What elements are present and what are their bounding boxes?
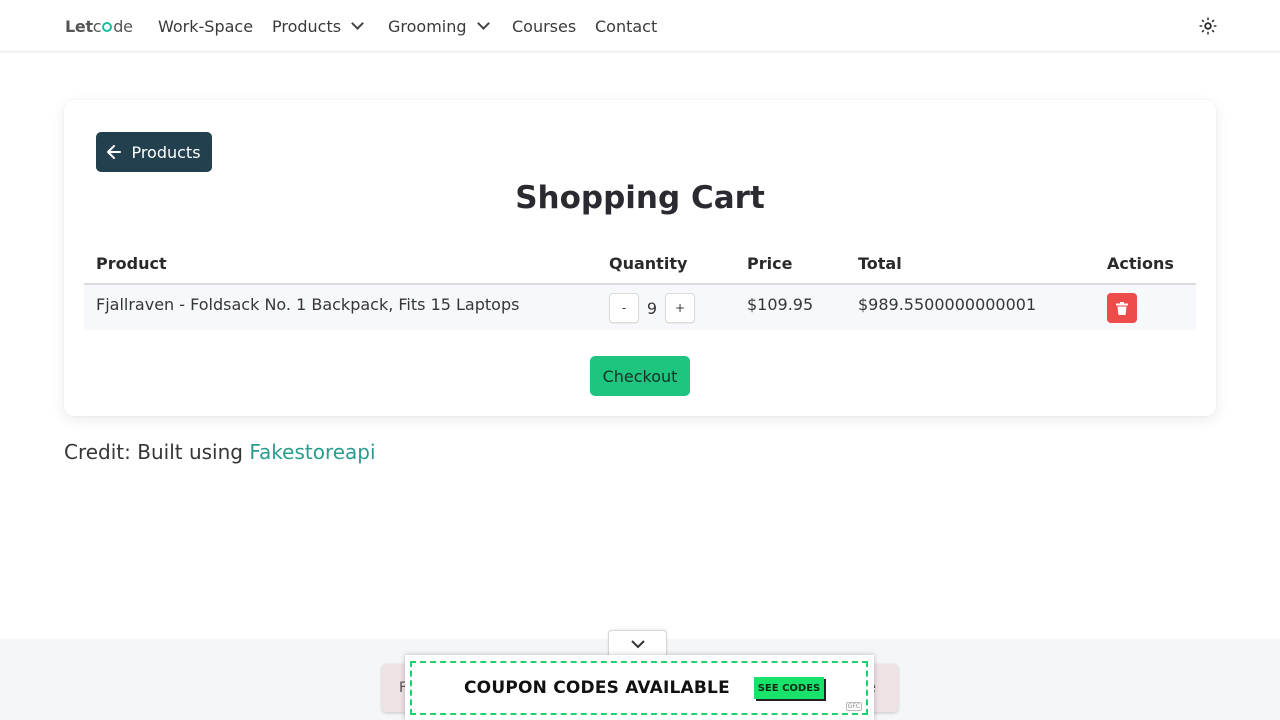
- nav-work-space-label: Work-Space: [158, 16, 254, 36]
- ad-choices-icon[interactable]: GFC: [845, 702, 862, 711]
- brand-part-2: c: [92, 16, 102, 36]
- delete-item-button[interactable]: [1107, 293, 1137, 323]
- fakestoreapi-link[interactable]: Fakestoreapi: [249, 440, 375, 464]
- chevron-down-icon: [351, 16, 364, 30]
- ad-dashed-border: COUPON CODES AVAILABLE SEE CODES GFC: [410, 661, 868, 715]
- nav-products-label: Products: [272, 16, 342, 36]
- nav-work-space[interactable]: Work-Space: [158, 16, 253, 36]
- brand-o-icon: [102, 22, 113, 32]
- decrement-button[interactable]: -: [609, 293, 639, 323]
- ad-collapse-button[interactable]: [608, 630, 667, 658]
- quantity-value: 9: [646, 298, 658, 318]
- increment-button[interactable]: +: [665, 293, 695, 323]
- navbar: Let c de Work-Space Products Grooming Cour…: [0, 0, 1280, 52]
- nav-grooming-label: Grooming: [388, 16, 467, 36]
- cart-card: Products Shopping Cart Product Quantity …: [64, 100, 1216, 416]
- price-cell: $109.95: [735, 284, 846, 330]
- trash-icon: [1116, 301, 1128, 315]
- column-header-actions: Actions: [1095, 244, 1196, 285]
- back-button-label: Products: [131, 142, 201, 162]
- ad-banner[interactable]: COUPON CODES AVAILABLE SEE CODES GFC: [405, 655, 874, 720]
- column-header-price: Price: [735, 244, 846, 285]
- sun-icon: [1199, 17, 1217, 35]
- table-row: Fjallraven - Foldsack No. 1 Backpack, Fi…: [84, 284, 1196, 330]
- actions-cell: [1095, 284, 1196, 330]
- brand-logo[interactable]: Let c de: [65, 16, 133, 36]
- ad-headline: COUPON CODES AVAILABLE: [464, 678, 730, 698]
- quantity-cell: - 9 +: [597, 284, 735, 330]
- credit-text: Credit: Built using Fakestoreapi: [64, 440, 376, 464]
- page-title: Shopping Cart: [515, 180, 765, 216]
- checkout-button[interactable]: Checkout: [590, 356, 690, 396]
- chevron-down-icon: [476, 16, 490, 30]
- product-name-cell: Fjallraven - Foldsack No. 1 Backpack, Fi…: [84, 284, 597, 330]
- table-header-row: Product Quantity Price Total Actions: [84, 244, 1196, 285]
- nav-contact[interactable]: Contact: [595, 16, 657, 36]
- see-codes-button[interactable]: SEE CODES: [754, 677, 824, 699]
- column-header-quantity: Quantity: [597, 244, 735, 285]
- chevron-down-icon: [630, 640, 645, 649]
- credit-prefix: Credit: Built using: [64, 440, 250, 464]
- brand-part-1: Let: [65, 16, 93, 36]
- back-to-products-button[interactable]: Products: [96, 132, 212, 172]
- brand-part-3: de: [113, 16, 133, 36]
- nav-courses-label: Courses: [512, 16, 577, 36]
- theme-toggle-button[interactable]: [1198, 16, 1218, 36]
- arrow-left-icon: [107, 145, 122, 159]
- nav-courses[interactable]: Courses: [512, 16, 576, 36]
- nav-products[interactable]: Products: [272, 16, 364, 36]
- total-cell: $989.5500000000001: [846, 284, 1095, 330]
- column-header-total: Total: [846, 244, 1095, 285]
- nav-grooming[interactable]: Grooming: [388, 16, 490, 36]
- column-header-product: Product: [84, 244, 597, 285]
- cart-table: Product Quantity Price Total Actions Fja…: [84, 244, 1196, 330]
- nav-contact-label: Contact: [595, 16, 658, 36]
- quantity-stepper: - 9 +: [609, 293, 723, 323]
